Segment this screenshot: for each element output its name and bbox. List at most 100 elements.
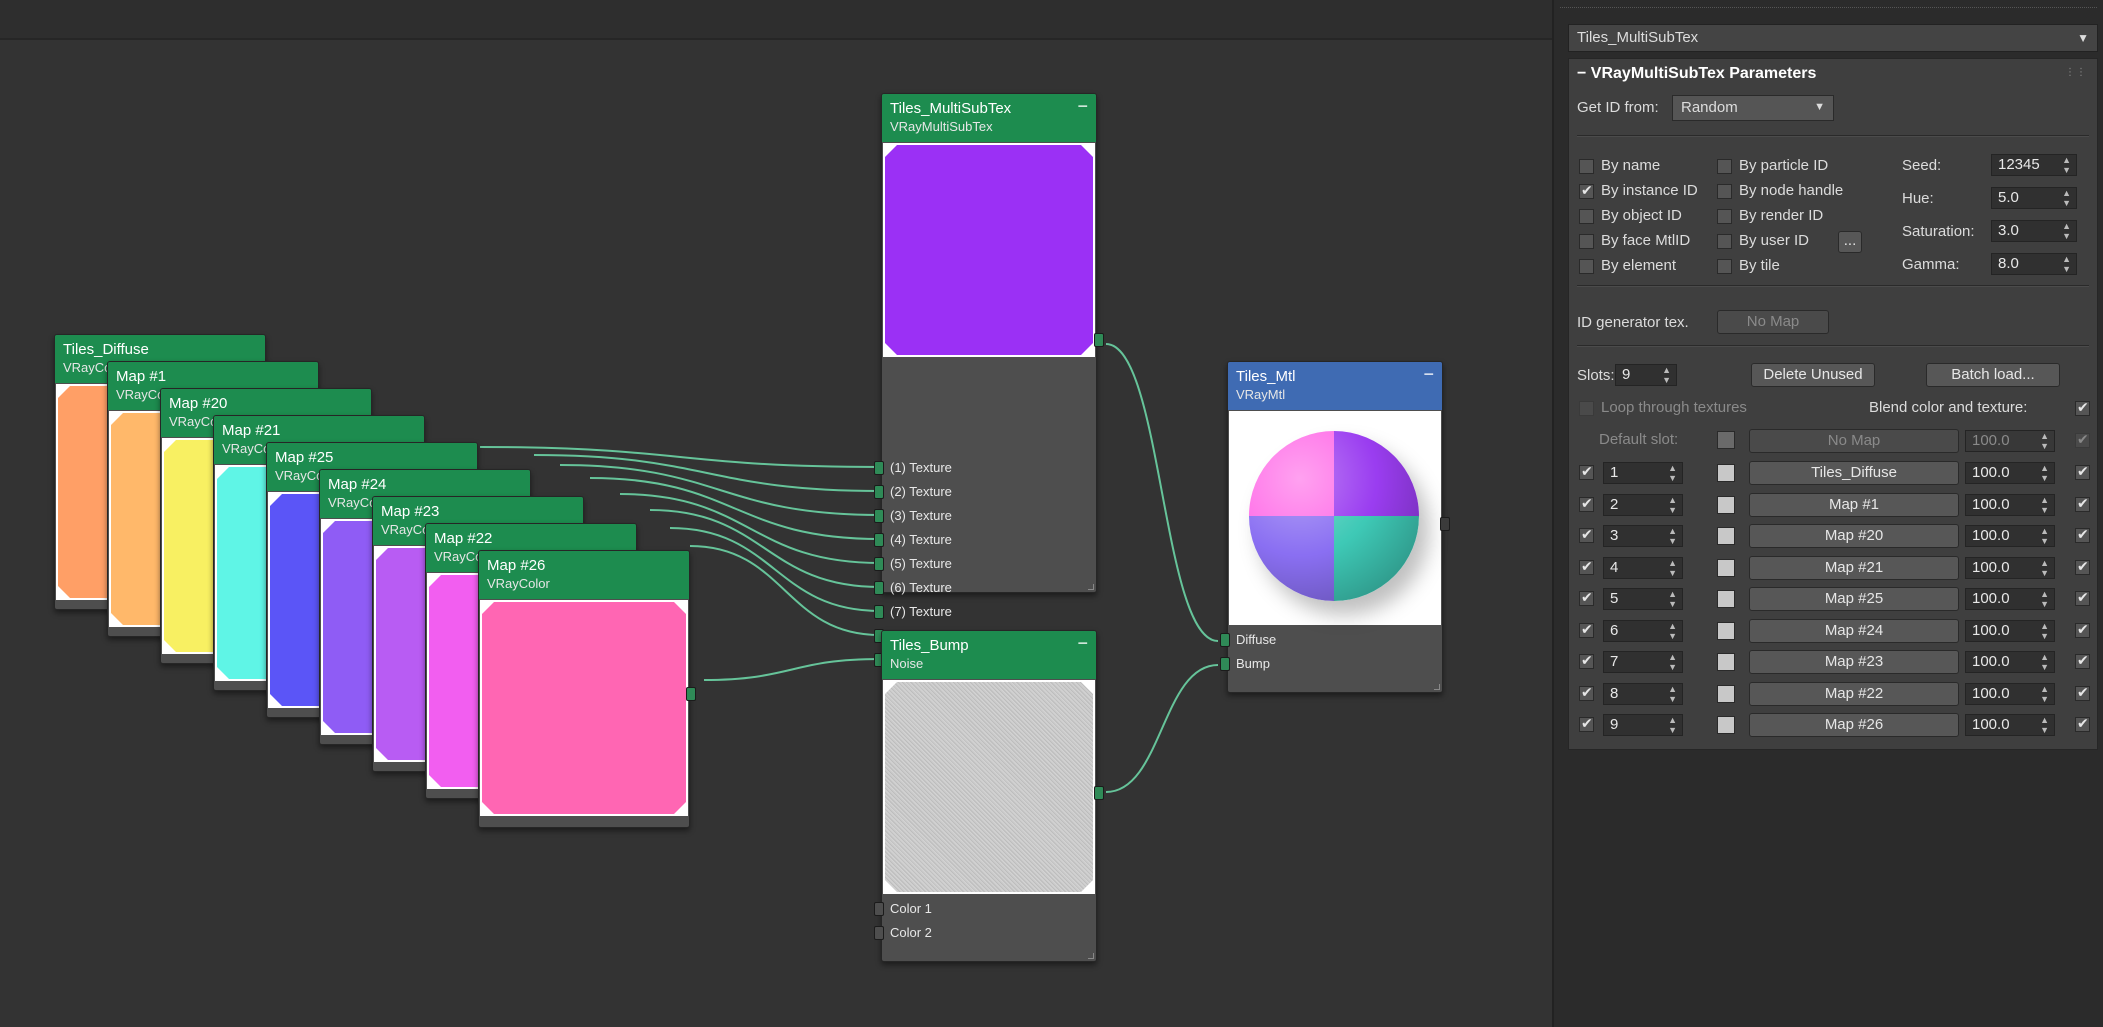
get-id-option-checkbox[interactable]: [1579, 182, 1594, 199]
slot-color-swatch[interactable]: [1717, 464, 1735, 482]
slot-color-swatch[interactable]: [1717, 495, 1735, 514]
slot-color-swatch[interactable]: [1717, 527, 1735, 545]
user-id-browse-button[interactable]: ...: [1838, 231, 1862, 253]
input-port[interactable]: [874, 509, 884, 523]
slot-color-swatch[interactable]: [1717, 621, 1735, 640]
get-id-option-checkbox[interactable]: [1717, 209, 1732, 224]
slot-map-button[interactable]: Map #20: [1749, 524, 1959, 548]
default-slot-map-button[interactable]: No Map: [1749, 429, 1959, 453]
get-id-option-checkbox[interactable]: [1717, 234, 1732, 249]
slot-map-enable-checkbox[interactable]: [2075, 495, 2090, 512]
output-port[interactable]: [1440, 517, 1450, 531]
slot-color-swatch[interactable]: [1717, 558, 1735, 577]
slot-map-button[interactable]: Map #22: [1749, 681, 1959, 706]
slot-id-spinner[interactable]: 3 ▲ ▼: [1603, 525, 1683, 547]
vraymtl-node[interactable]: Tiles_Mtl VRayMtl − Diffuse Bump: [1220, 361, 1450, 693]
default-slot-enable-checkbox[interactable]: [2075, 431, 2090, 448]
slot-map-enable-checkbox[interactable]: [2075, 621, 2090, 638]
minimize-icon[interactable]: −: [1077, 633, 1088, 654]
input-port[interactable]: [874, 605, 884, 619]
slot-map-enable-checkbox[interactable]: [2075, 652, 2090, 669]
slot-enable-checkbox[interactable]: [1579, 526, 1594, 543]
get-id-option-checkbox[interactable]: [1717, 259, 1732, 274]
slot-map-enable-checkbox[interactable]: [2075, 684, 2090, 701]
slot-color-swatch[interactable]: [1717, 684, 1735, 703]
slot-map-button[interactable]: Map #25: [1749, 587, 1959, 611]
material-name-field[interactable]: Tiles_MultiSubTex ▼: [1568, 24, 2098, 52]
input-port[interactable]: [1220, 657, 1230, 671]
bump-noise-node[interactable]: Tiles_Bump Noise − Color 1 Color 2: [874, 630, 1104, 962]
default-slot-color-swatch[interactable]: [1717, 431, 1735, 449]
slot-map-button[interactable]: Tiles_Diffuse: [1749, 461, 1959, 485]
default-slot-amount[interactable]: 100.0 ▲ ▼: [1965, 430, 2055, 452]
slot-enable-checkbox[interactable]: [1579, 684, 1594, 701]
rollout-title[interactable]: − VRayMultiSubTex Parameters: [1577, 65, 1816, 83]
get-id-option-checkbox[interactable]: [1579, 209, 1594, 224]
slot-amount-spinner[interactable]: 100.0 ▲ ▼: [1965, 525, 2055, 547]
get-id-option-checkbox[interactable]: [1579, 234, 1594, 249]
param-spinner[interactable]: 12345 ▲ ▼: [1991, 154, 2077, 176]
param-spinner[interactable]: 3.0 ▲ ▼: [1991, 220, 2077, 242]
slot-enable-checkbox[interactable]: [1579, 589, 1594, 606]
get-id-option-checkbox[interactable]: [1579, 259, 1594, 274]
slots-spinner[interactable]: 9 ▲ ▼: [1615, 364, 1677, 386]
input-port[interactable]: [874, 557, 884, 571]
id-generator-map-button[interactable]: No Map: [1717, 310, 1829, 334]
slot-enable-checkbox[interactable]: [1579, 652, 1594, 669]
blend-color-checkbox[interactable]: [2075, 399, 2090, 416]
slot-color-swatch[interactable]: [1717, 590, 1735, 608]
slot-color-swatch[interactable]: [1717, 716, 1735, 734]
slot-amount-spinner[interactable]: 100.0 ▲ ▼: [1965, 462, 2055, 484]
get-id-option-checkbox[interactable]: [1717, 184, 1732, 199]
slot-id-spinner[interactable]: 2 ▲ ▼: [1603, 493, 1683, 516]
grip-icon[interactable]: ⋮⋮: [2065, 67, 2087, 78]
slot-map-enable-checkbox[interactable]: [2075, 558, 2090, 575]
slot-map-button[interactable]: Map #26: [1749, 713, 1959, 737]
slot-amount-spinner[interactable]: 100.0 ▲ ▼: [1965, 556, 2055, 579]
minimize-icon[interactable]: −: [1077, 96, 1088, 117]
dropdown-arrow-icon[interactable]: ▼: [2077, 31, 2089, 45]
slot-enable-checkbox[interactable]: [1579, 715, 1594, 732]
minimize-icon[interactable]: −: [1423, 364, 1434, 385]
slot-amount-spinner[interactable]: 100.0 ▲ ▼: [1965, 619, 2055, 642]
slot-enable-checkbox[interactable]: [1579, 558, 1594, 575]
input-port[interactable]: [1220, 633, 1230, 647]
input-port[interactable]: [874, 926, 884, 940]
slot-map-button[interactable]: Map #23: [1749, 650, 1959, 674]
slot-id-spinner[interactable]: 1 ▲ ▼: [1603, 462, 1683, 484]
resize-handle[interactable]: [1088, 953, 1094, 959]
multisubtex-node[interactable]: Tiles_MultiSubTex VRayMultiSubTex − (1) …: [874, 93, 1104, 667]
get-id-option-checkbox[interactable]: [1717, 159, 1732, 174]
slot-map-enable-checkbox[interactable]: [2075, 715, 2090, 732]
output-port[interactable]: [686, 687, 696, 701]
slot-amount-spinner[interactable]: 100.0 ▲ ▼: [1965, 714, 2055, 736]
slot-map-button[interactable]: Map #24: [1749, 618, 1959, 643]
param-spinner[interactable]: 5.0 ▲ ▼: [1991, 187, 2077, 209]
slot-enable-checkbox[interactable]: [1579, 495, 1594, 512]
input-port[interactable]: [874, 485, 884, 499]
resize-handle[interactable]: [1434, 684, 1440, 690]
slot-enable-checkbox[interactable]: [1579, 463, 1594, 480]
batch-load-button[interactable]: Batch load...: [1926, 363, 2060, 387]
slot-id-spinner[interactable]: 9 ▲ ▼: [1603, 714, 1683, 736]
slot-map-button[interactable]: Map #21: [1749, 555, 1959, 580]
slot-id-spinner[interactable]: 6 ▲ ▼: [1603, 619, 1683, 642]
node-editor-canvas[interactable]: Tiles_Diffuse VRayColor Map #1 VRayColor M…: [0, 0, 1552, 1027]
loop-textures-checkbox[interactable]: [1579, 401, 1594, 416]
resize-handle[interactable]: [1088, 584, 1094, 590]
slot-id-spinner[interactable]: 7 ▲ ▼: [1603, 651, 1683, 673]
slot-amount-spinner[interactable]: 100.0 ▲ ▼: [1965, 493, 2055, 516]
slot-enable-checkbox[interactable]: [1579, 621, 1594, 638]
slot-amount-spinner[interactable]: 100.0 ▲ ▼: [1965, 682, 2055, 705]
slot-amount-spinner[interactable]: 100.0 ▲ ▼: [1965, 651, 2055, 673]
slot-map-enable-checkbox[interactable]: [2075, 526, 2090, 543]
slot-map-enable-checkbox[interactable]: [2075, 463, 2090, 480]
slot-amount-spinner[interactable]: 100.0 ▲ ▼: [1965, 588, 2055, 610]
delete-unused-button[interactable]: Delete Unused: [1751, 363, 1875, 387]
slot-id-spinner[interactable]: 5 ▲ ▼: [1603, 588, 1683, 610]
input-port[interactable]: [874, 581, 884, 595]
slot-id-spinner[interactable]: 8 ▲ ▼: [1603, 682, 1683, 705]
output-port[interactable]: [1094, 786, 1104, 800]
input-port[interactable]: [874, 461, 884, 475]
input-port[interactable]: [874, 533, 884, 547]
